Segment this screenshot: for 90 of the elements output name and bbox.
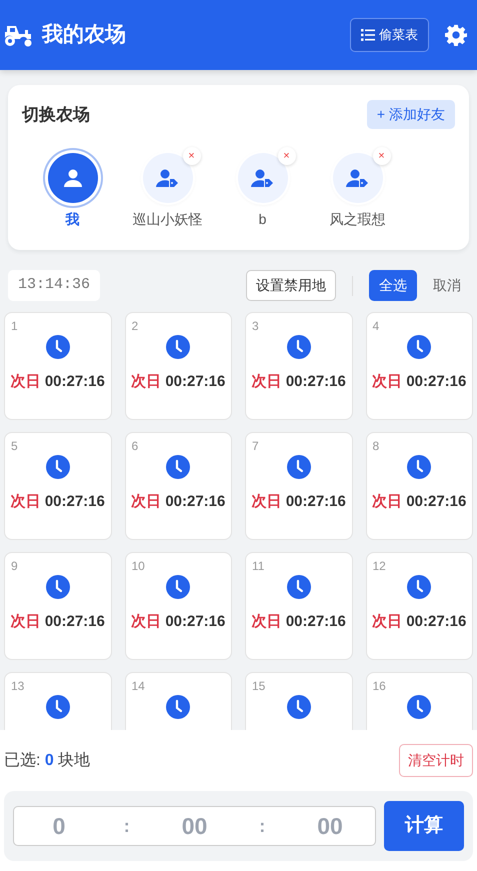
clock-icon [286, 695, 311, 719]
add-friend-button[interactable]: + 添加好友 [366, 100, 455, 129]
clock-icon [46, 455, 70, 479]
plot-number: 1 [10, 318, 18, 335]
remove-button[interactable]: × [372, 147, 390, 165]
farm-name: 风之瑕想 [330, 210, 386, 229]
clock-icon [46, 575, 70, 599]
farm-name: 我 [66, 210, 80, 229]
plot-number: 7 [251, 438, 259, 455]
plot-timer: 次日 00:27:16 [252, 492, 346, 512]
clock-icon [286, 335, 311, 359]
settings-icon[interactable] [445, 24, 467, 46]
plot-timer: 次日 00:27:16 [131, 372, 226, 392]
plot-number: 9 [10, 558, 18, 575]
plot-timer: 次日 00:27:16 [372, 612, 466, 632]
plot-number: 4 [372, 318, 380, 335]
user-tag-icon [346, 168, 370, 188]
clock-icon [407, 575, 432, 599]
plot-card[interactable]: 6 次日 00:27:16 [124, 432, 232, 540]
farm-avatar[interactable] [332, 153, 382, 203]
cancel-button[interactable]: 取消 [425, 270, 469, 301]
clock-icon [46, 335, 70, 359]
plot-number: 2 [130, 318, 138, 335]
plot-card[interactable]: 12 次日 00:27:16 [366, 552, 473, 660]
plot-timer: 次日 00:27:16 [252, 612, 346, 632]
plot-number: 6 [130, 438, 138, 455]
plot-timer: 次日 00:27:16 [372, 492, 466, 512]
plot-card[interactable]: 10 次日 00:27:16 [124, 552, 232, 660]
time-input[interactable]: 0 [24, 808, 94, 844]
clock-icon [46, 695, 70, 719]
clock-display: 13:14:36 [8, 270, 100, 301]
plot-timer: 次日 00:27:16 [10, 612, 105, 632]
app-title: 我的农场 [42, 22, 126, 48]
plot-number: 15 [251, 678, 266, 695]
plot-number: 14 [130, 678, 145, 695]
plot-card[interactable]: 1 次日 00:27:16 [4, 312, 112, 420]
clock-icon [166, 575, 190, 599]
plot-timer: 次日 00:27:16 [10, 372, 105, 392]
plot-card[interactable]: 9 次日 00:27:16 [4, 552, 112, 660]
plot-number: 13 [10, 678, 24, 695]
plot-timer: 次日 00:27:16 [252, 372, 346, 392]
calculate-button[interactable]: 计算 [384, 801, 464, 851]
user-icon [62, 168, 82, 188]
clock-icon [166, 455, 190, 479]
user-tag-icon [156, 168, 180, 188]
farm-avatar[interactable] [48, 153, 98, 203]
plot-card[interactable]: 2 次日 00:27:16 [124, 312, 232, 420]
plot-timer: 次日 00:27:16 [131, 612, 226, 632]
time-input[interactable]: 00 [160, 808, 230, 844]
time-input[interactable]: 00 [295, 808, 365, 844]
plot-card[interactable]: 3 次日 00:27:16 [245, 312, 352, 420]
plot-number: 12 [372, 558, 386, 575]
separator: : [259, 814, 266, 838]
farm-avatar[interactable] [238, 153, 288, 203]
clear-timers-button[interactable]: 清空计时 [399, 744, 473, 777]
clock-icon [286, 455, 311, 479]
plot-card[interactable]: 8 次日 00:27:16 [366, 432, 473, 540]
list-icon [361, 28, 375, 42]
plot-number: 11 [251, 558, 264, 575]
user-tag-icon [250, 168, 274, 188]
plot-number: 3 [251, 318, 259, 335]
plot-card[interactable]: 7 次日 00:27:16 [245, 432, 352, 540]
set-forbidden-button[interactable]: 设置禁用地 [246, 270, 336, 301]
farm-avatar[interactable] [142, 153, 192, 203]
separator: : [124, 814, 130, 838]
clock-icon [286, 575, 311, 599]
plot-timer: 次日 00:27:16 [372, 372, 466, 392]
plot-card[interactable]: 5 次日 00:27:16 [4, 432, 112, 540]
plot-number: 8 [372, 438, 380, 455]
farm-name: b [258, 210, 266, 229]
clock-icon [407, 695, 432, 719]
tractor-icon [4, 23, 34, 47]
plot-card[interactable]: 11 次日 00:27:16 [245, 552, 352, 660]
steal-list-button[interactable]: 偷菜表 [350, 18, 429, 52]
plot-number: 16 [372, 678, 386, 695]
plot-timer: 次日 00:27:16 [131, 492, 226, 512]
plot-number: 10 [130, 558, 145, 575]
remove-button[interactable]: × [278, 147, 296, 165]
selected-count-text: 已选: 0 块地 [4, 750, 90, 770]
plot-timer: 次日 00:27:16 [10, 492, 105, 512]
clock-icon [407, 335, 432, 359]
plot-card[interactable]: 4 次日 00:27:16 [366, 312, 473, 420]
clock-icon [166, 335, 190, 359]
select-all-button[interactable]: 全选 [369, 270, 417, 301]
section-title: 切换农场 [22, 104, 90, 126]
clock-icon [407, 455, 432, 479]
clock-icon [166, 695, 190, 719]
remove-button[interactable]: × [182, 147, 200, 165]
farm-name: 巡山小妖怪 [132, 210, 202, 229]
plot-number: 5 [10, 438, 18, 455]
